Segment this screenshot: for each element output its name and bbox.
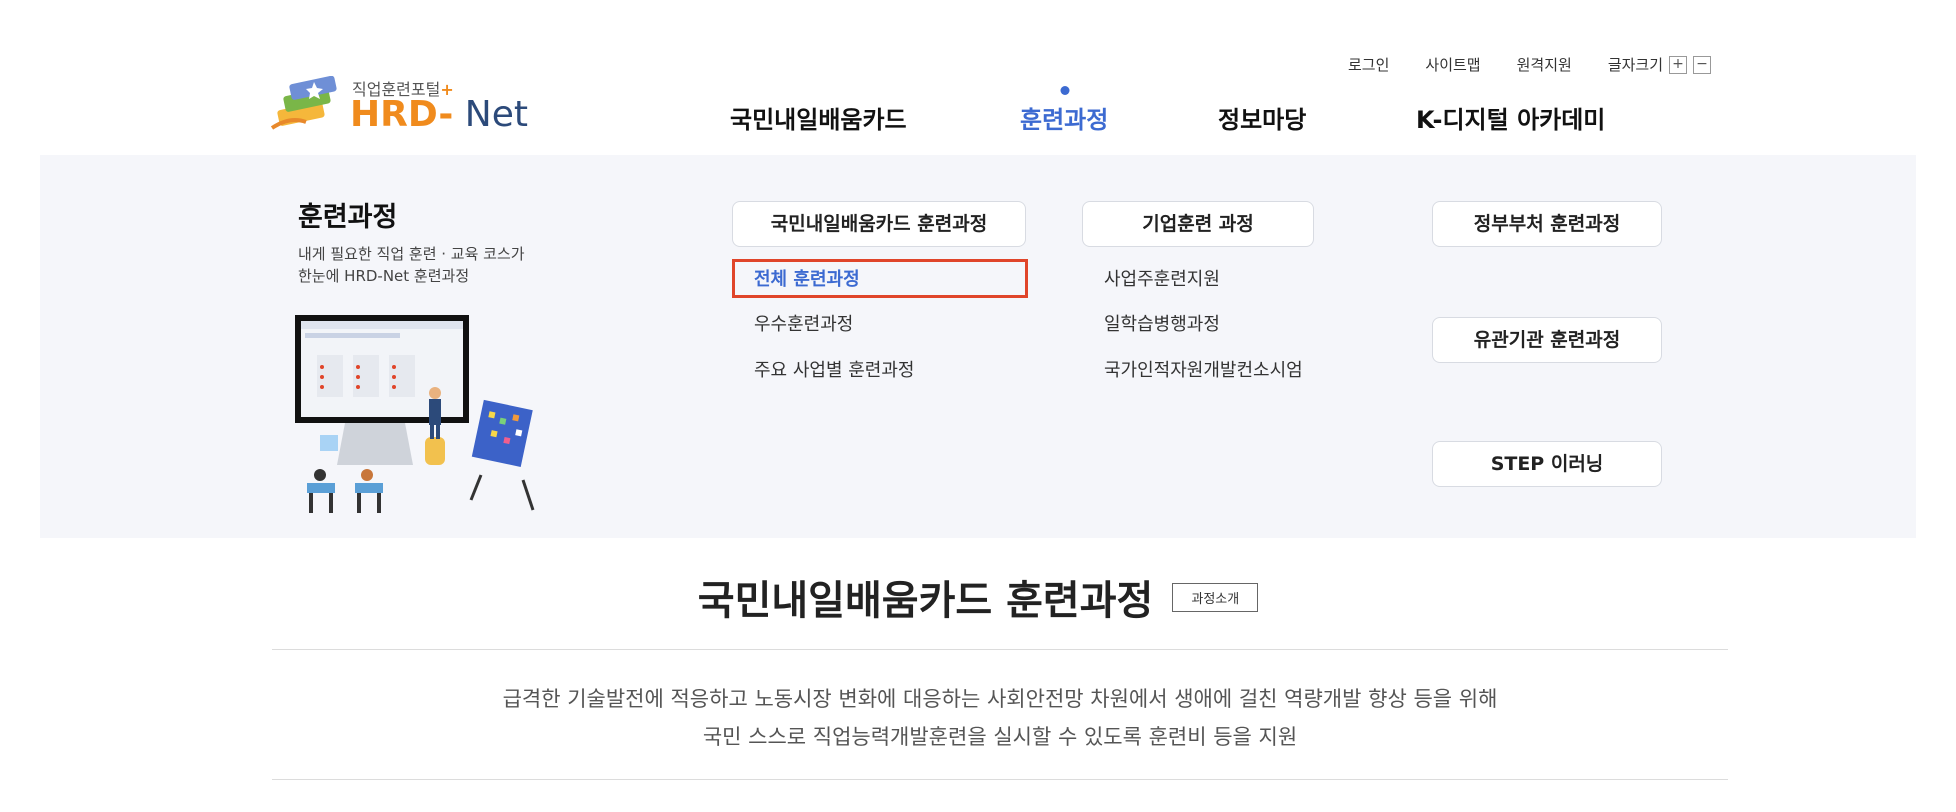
category-related-org-courses[interactable]: 유관기관 훈련과정 <box>1432 317 1662 363</box>
course-intro-button[interactable]: 과정소개 <box>1172 582 1259 612</box>
panel-title: 훈련과정 <box>298 202 398 233</box>
font-increase-button[interactable]: + <box>1669 55 1688 74</box>
login-link[interactable]: 로그인 <box>1348 54 1389 75</box>
site-header: 로그인 사이트맵 원격지원 글자크기 + − 직업훈련포털+ HRD- Net … <box>0 0 1956 155</box>
link-consortium[interactable]: 국가인적자원개발컨소시엄 <box>1104 356 1303 382</box>
category-government-courses[interactable]: 정부부처 훈련과정 <box>1432 201 1662 247</box>
active-indicator-icon <box>1060 86 1070 95</box>
utility-menu: 로그인 사이트맵 원격지원 글자크기 + − <box>1348 54 1712 75</box>
gnb-item-info[interactable]: 정보마당 <box>1218 100 1416 135</box>
gnb-item-training-courses[interactable]: 훈련과정 <box>1020 86 1218 135</box>
page-title: 국민내일배움카드 훈련과정 <box>697 578 1154 624</box>
sitemap-link[interactable]: 사이트맵 <box>1425 54 1480 75</box>
logo-wordmark: HRD- Net <box>350 94 528 135</box>
category-national-card-courses[interactable]: 국민내일배움카드 훈련과정 <box>732 201 1026 247</box>
gnb-item-k-digital[interactable]: K-디지털 아카데미 <box>1416 100 1605 135</box>
font-size-control: 글자크기 + − <box>1607 54 1712 75</box>
divider <box>272 779 1728 780</box>
divider <box>272 649 1728 650</box>
panel-description: 내게 필요한 직업 훈련 · 교육 코스가 한눈에 HRD-Net 훈련과정 <box>298 245 525 285</box>
font-size-label: 글자크기 <box>1607 56 1664 74</box>
training-illustration-icon <box>295 315 535 513</box>
category-corporate-training[interactable]: 기업훈련 과정 <box>1082 201 1314 247</box>
main-navigation: 국민내일배움카드 훈련과정 정보마당 K-디지털 아카데미 <box>730 86 1605 135</box>
content-description: 급격한 기술발전에 적응하고 노동시장 변화에 대응하는 사회안전망 차원에서 … <box>502 687 1498 749</box>
link-all-courses[interactable]: 전체 훈련과정 <box>754 265 860 291</box>
link-excellent-courses[interactable]: 우수훈련과정 <box>754 310 853 336</box>
gnb-item-national-card[interactable]: 국민내일배움카드 <box>730 100 1020 135</box>
link-employer-training-support[interactable]: 사업주훈련지원 <box>1104 265 1220 291</box>
link-work-study-courses[interactable]: 일학습병행과정 <box>1104 310 1220 336</box>
logo-mark-icon <box>270 76 337 130</box>
site-logo[interactable]: 직업훈련포털+ HRD- Net <box>270 72 530 136</box>
mega-menu-panel: 훈련과정 내게 필요한 직업 훈련 · 교육 코스가 한눈에 HRD-Net 훈… <box>40 155 1916 538</box>
category-step-elearning[interactable]: STEP 이러닝 <box>1432 441 1662 487</box>
font-decrease-button[interactable]: − <box>1693 55 1712 74</box>
remote-support-link[interactable]: 원격지원 <box>1517 54 1572 75</box>
content-header: 국민내일배움카드 훈련과정 과정소개 <box>0 568 1956 626</box>
link-major-program-courses[interactable]: 주요 사업별 훈련과정 <box>754 356 914 382</box>
